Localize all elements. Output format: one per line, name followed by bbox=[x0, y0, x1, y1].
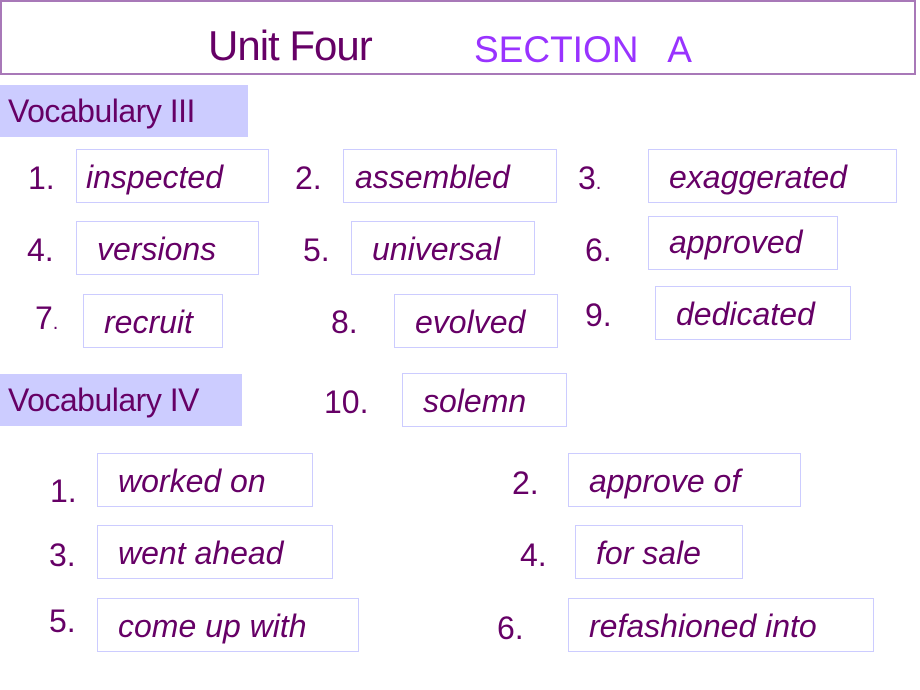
vocab4-num-2: 2. bbox=[512, 465, 539, 501]
vocab3-answer-5: universal bbox=[351, 221, 535, 275]
vocab4-answer-6: refashioned into bbox=[568, 598, 874, 652]
vocab3-num-7: 7. bbox=[35, 300, 59, 336]
vocab4-num-4: 4. bbox=[520, 537, 547, 573]
vocab3-num-1: 1. bbox=[28, 160, 55, 196]
vocab3-answer-10: solemn bbox=[402, 373, 567, 427]
vocab4-label: Vocabulary IV bbox=[0, 374, 242, 426]
vocab3-answer-8: evolved bbox=[394, 294, 558, 348]
vocab4-answer-3: went ahead bbox=[97, 525, 333, 579]
vocab3-answer-3: exaggerated bbox=[648, 149, 897, 203]
vocab3-num-2: 2. bbox=[295, 160, 322, 196]
vocab3-num-4: 4. bbox=[27, 232, 54, 268]
vocab4-answer-1: worked on bbox=[97, 453, 313, 507]
vocab4-answer-2: approve of bbox=[568, 453, 801, 507]
unit-title: Unit Four bbox=[208, 22, 373, 69]
vocab3-answer-2: assembled bbox=[343, 149, 557, 203]
section-title: SECTION A bbox=[474, 29, 692, 70]
vocab3-num-9: 9. bbox=[585, 297, 612, 333]
vocab4-num-1: 1. bbox=[50, 473, 77, 509]
vocab3-answer-7: recruit bbox=[83, 294, 223, 348]
vocab3-answer-4: versions bbox=[76, 221, 259, 275]
title-banner: Unit Four SECTION A bbox=[0, 0, 916, 75]
vocab4-num-5: 5. bbox=[49, 603, 76, 639]
vocab3-answer-9: dedicated bbox=[655, 286, 851, 340]
vocab4-answer-5: come up with bbox=[97, 598, 359, 652]
vocab3-num-5: 5. bbox=[303, 232, 330, 268]
vocab4-num-6: 6. bbox=[497, 610, 524, 646]
vocab4-num-3: 3. bbox=[49, 537, 76, 573]
vocab3-answer-6: approved bbox=[648, 216, 838, 270]
vocab3-label: Vocabulary III bbox=[0, 85, 248, 137]
vocab3-num-10: 10. bbox=[324, 384, 369, 420]
vocab3-num-6: 6. bbox=[585, 232, 612, 268]
vocab3-num-3: 3. bbox=[578, 160, 602, 196]
vocab3-num-8: 8. bbox=[331, 304, 358, 340]
vocab3-answer-1: inspected bbox=[76, 149, 269, 203]
vocab4-answer-4: for sale bbox=[575, 525, 743, 579]
